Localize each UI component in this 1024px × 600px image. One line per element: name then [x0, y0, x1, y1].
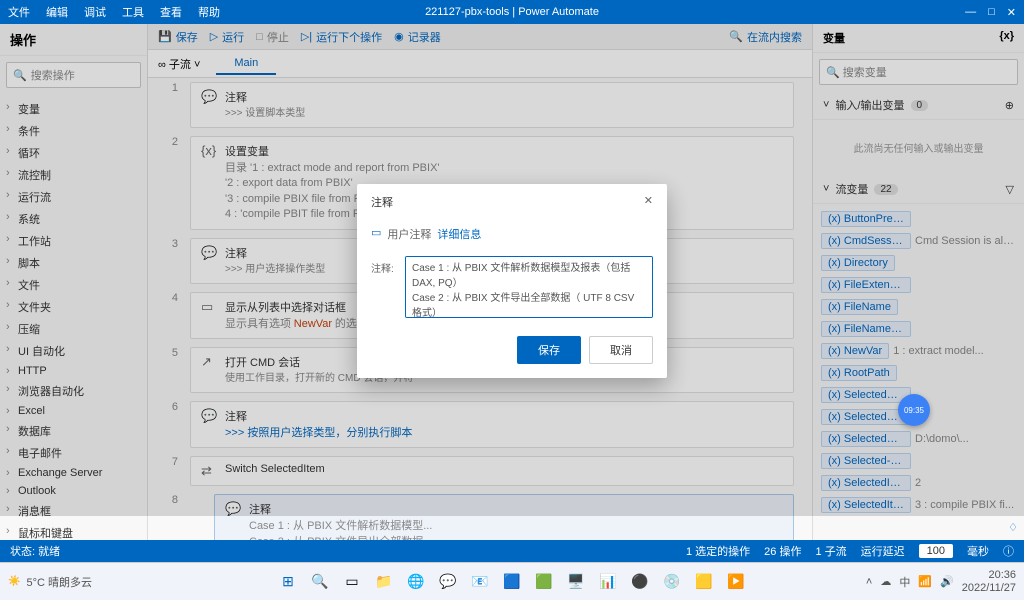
close-icon[interactable]: ✕ [1007, 6, 1016, 19]
tray-wifi-icon[interactable]: 📶 [918, 575, 932, 588]
tree-item[interactable]: 鼠标和键盘 [0, 522, 147, 540]
info-icon[interactable]: ⓘ [1003, 543, 1014, 559]
minimize-icon[interactable]: — [965, 6, 976, 19]
info-icon: ▭ [371, 226, 381, 242]
recording-timer[interactable]: 09:35 [898, 394, 930, 426]
status-selected: 1 选定的操作 [686, 543, 750, 559]
explorer-icon[interactable]: 📁 [371, 569, 397, 595]
statusbar: 状态: 就绪 1 选定的操作 26 操作 1 子流 运行延迟 100 毫秒 ⓘ [0, 540, 1024, 562]
dialog-title: 注释 [371, 194, 393, 210]
comment-dialog: 注释✕ ▭用户注释 详细信息 注释: 保存 取消 [357, 184, 667, 378]
clock-date: 2022/11/27 [962, 582, 1016, 594]
clock-time[interactable]: 20:36 [962, 569, 1016, 581]
status-ready: 状态: 就绪 [10, 543, 60, 559]
edge-icon[interactable]: 🌐 [403, 569, 429, 595]
dialog-close-icon[interactable]: ✕ [644, 194, 653, 210]
menu-file[interactable]: 文件 [8, 4, 30, 20]
maximize-icon[interactable]: □ [988, 6, 995, 19]
app-icon[interactable]: 💬 [435, 569, 461, 595]
taskview-icon[interactable]: ▭ [339, 569, 365, 595]
status-delay-label: 运行延迟 [861, 543, 905, 559]
app-icon[interactable]: 💿 [659, 569, 685, 595]
app-icon[interactable]: 🟨 [691, 569, 717, 595]
delay-input[interactable]: 100 [919, 544, 953, 558]
app-icon[interactable]: 📧 [467, 569, 493, 595]
app-icon[interactable]: ▶️ [723, 569, 749, 595]
menu-debug[interactable]: 调试 [84, 4, 106, 20]
menu-tools[interactable]: 工具 [122, 4, 144, 20]
refresh-icon[interactable]: ♢ [1008, 522, 1018, 534]
app-icon[interactable]: ⚫ [627, 569, 653, 595]
app-icon[interactable]: 🟦 [499, 569, 525, 595]
titlebar: 文件 编辑 调试 工具 查看 帮助 221127-pbx-tools | Pow… [0, 0, 1024, 24]
tray-chevron-icon[interactable]: ˄ [866, 576, 872, 588]
app-icon[interactable]: 🖥️ [563, 569, 589, 595]
details-link[interactable]: 详细信息 [437, 226, 481, 242]
start-icon[interactable]: ⊞ [275, 569, 301, 595]
tray-cloud-icon[interactable]: ☁ [880, 575, 891, 588]
status-subflows: 1 子流 [815, 543, 846, 559]
status-total: 26 操作 [764, 543, 801, 559]
save-button[interactable]: 保存 [517, 336, 581, 364]
modal-overlay: 注释✕ ▭用户注释 详细信息 注释: 保存 取消 [0, 24, 1024, 516]
cancel-button[interactable]: 取消 [589, 336, 653, 364]
comment-label: 注释: [371, 256, 397, 318]
comment-textarea[interactable] [405, 256, 653, 318]
tray-volume-icon[interactable]: 🔊 [940, 575, 954, 588]
menu-view[interactable]: 查看 [160, 4, 182, 20]
delay-unit: 毫秒 [967, 543, 989, 559]
app-icon[interactable]: 📊 [595, 569, 621, 595]
menu-edit[interactable]: 编辑 [46, 4, 68, 20]
window-title: 221127-pbx-tools | Power Automate [425, 6, 599, 18]
taskbar: ☀️ 5°C 晴朗多云 ⊞ 🔍 ▭ 📁 🌐 💬 📧 🟦 🟩 🖥️ 📊 ⚫ 💿 🟨… [0, 562, 1024, 600]
app-icon[interactable]: 🟩 [531, 569, 557, 595]
menu-bar: 文件 编辑 调试 工具 查看 帮助 [8, 4, 220, 20]
menu-help[interactable]: 帮助 [198, 4, 220, 20]
search-icon[interactable]: 🔍 [307, 569, 333, 595]
